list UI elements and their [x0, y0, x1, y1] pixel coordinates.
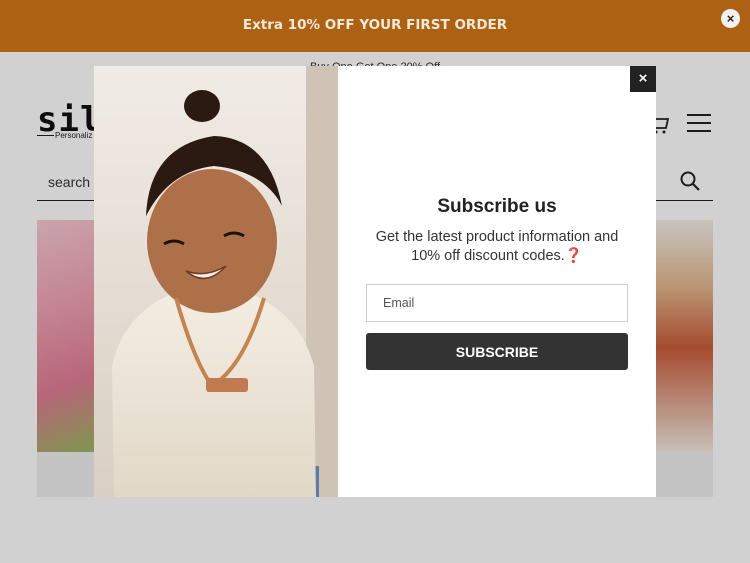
modal-title: Subscribe us: [437, 196, 557, 217]
modal-close-icon[interactable]: ×: [630, 66, 656, 92]
modal-photo: [94, 66, 338, 497]
subscribe-button[interactable]: SUBSCRIBE: [366, 333, 628, 370]
announcement-text: Extra 10% OFF YOUR FIRST ORDER: [242, 17, 508, 33]
email-field[interactable]: [366, 284, 628, 322]
modal-subtitle: Get the latest product information and 1…: [375, 229, 619, 264]
announcement-bar: Extra 10% OFF YOUR FIRST ORDER ×: [0, 0, 750, 52]
announcement-close-icon[interactable]: ×: [721, 9, 740, 28]
child-photo-image: [94, 66, 338, 497]
subscribe-modal: × Subscribe us Get the latest product in…: [94, 66, 656, 497]
